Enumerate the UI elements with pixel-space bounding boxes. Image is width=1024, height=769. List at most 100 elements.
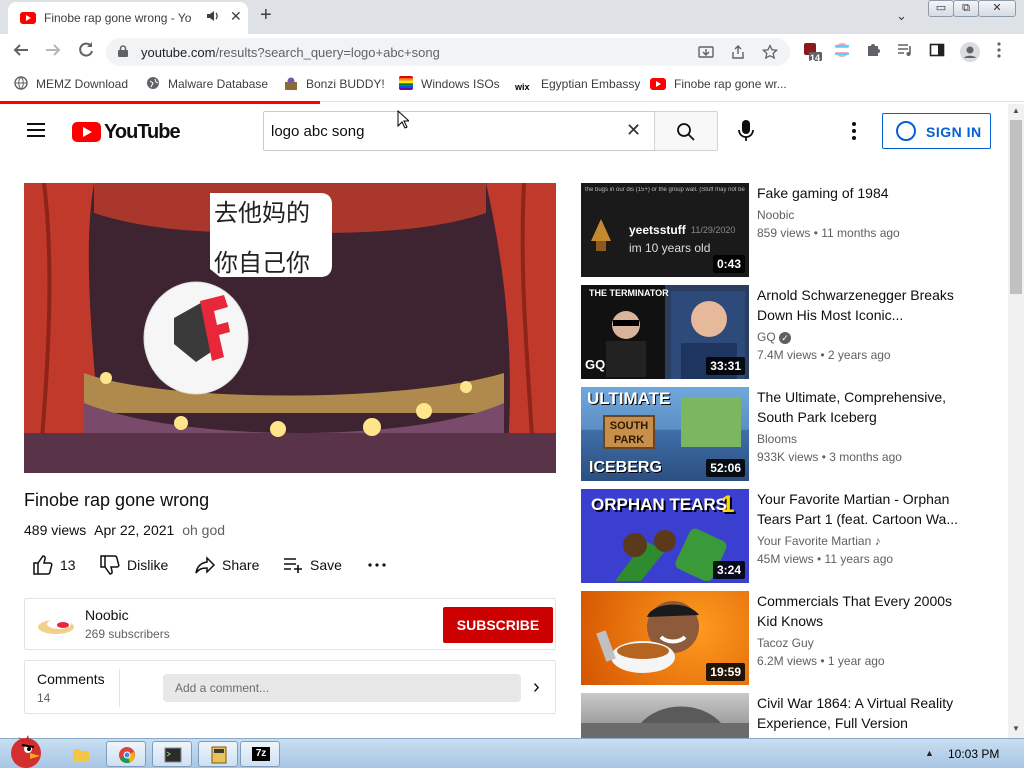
search-input[interactable]: logo abc song ✕ (263, 111, 655, 151)
related-stats: 6.2M views • 1 year ago (757, 654, 885, 668)
comments-teaser[interactable]: Comments 14 Add a comment... › (24, 660, 556, 714)
related-video-item[interactable]: the bugs in our dis (15+) or the group w… (581, 183, 981, 277)
more-actions-button[interactable] (368, 554, 388, 576)
settings-more-icon[interactable] (852, 122, 856, 140)
add-comment-field[interactable]: Add a comment... (163, 674, 521, 702)
related-channel[interactable]: GQ ✓ (757, 330, 792, 344)
url-text: youtube.com/results?search_query=logo+ab… (141, 45, 440, 60)
back-arrow-icon (13, 44, 28, 56)
youtube-logo[interactable]: YouTube (72, 121, 181, 143)
bookmark-label: Windows ISOs (421, 77, 500, 91)
terminal-icon[interactable] (152, 741, 192, 767)
angry-bird-icon[interactable] (4, 731, 50, 769)
thumb-text: ULTIMATE (587, 389, 671, 408)
speaker-icon[interactable] (206, 10, 220, 25)
taskbar-clock[interactable]: 10:03 PM (948, 747, 999, 761)
related-channel[interactable]: Your Favorite Martian ♪ (757, 534, 881, 548)
bookmark-egyptian-embassy[interactable]: wix Egyptian Embassy (515, 76, 640, 92)
reload-button[interactable] (77, 41, 95, 64)
7zip-icon[interactable]: 7z (240, 741, 280, 767)
like-button[interactable]: 13 (32, 554, 82, 576)
related-video-item[interactable]: Civil War 1864: A Virtual Reality Experi… (581, 693, 981, 738)
scroll-down-icon[interactable]: ▼ (1012, 724, 1020, 733)
profile-avatar-icon[interactable] (960, 42, 980, 62)
bookmark-finobe-rap[interactable]: Finobe rap gone wr... (650, 76, 787, 92)
account-icon (896, 121, 916, 141)
scroll-up-icon[interactable]: ▲ (1012, 106, 1020, 115)
guide-menu-icon[interactable] (27, 123, 45, 137)
video-meta: 489 views Apr 22, 2021 oh god (24, 522, 225, 538)
side-panel-icon[interactable] (929, 42, 947, 60)
puzzle-extensions-icon[interactable] (865, 42, 883, 60)
clear-search-icon[interactable]: ✕ (626, 120, 641, 141)
bookmark-star-icon[interactable] (761, 43, 779, 63)
flag-extension-icon[interactable] (834, 42, 852, 60)
bookmark-memz[interactable]: MEMZ Download (14, 76, 128, 92)
media-controls-icon[interactable] (897, 42, 915, 60)
window-close-button[interactable]: ✕ (978, 0, 1016, 17)
share-icon[interactable] (730, 44, 746, 63)
forward-button[interactable] (44, 41, 62, 64)
related-title[interactable]: Your Favorite Martian - Orphan Tears Par… (757, 489, 967, 529)
channel-name[interactable]: Noobic (85, 607, 129, 623)
related-video-item[interactable]: ORPHAN TEARS 1 3:24 Your Favorite Martia… (581, 489, 981, 583)
related-title[interactable]: Commercials That Every 2000s Kid Knows (757, 591, 967, 631)
browser-tab-active[interactable]: Finobe rap gone wrong - Yo ✕ (8, 2, 248, 34)
sign-in-button[interactable]: SIGN IN (882, 113, 991, 149)
tab-search-chevron-icon[interactable]: ⌄ (896, 8, 907, 24)
video-tag[interactable]: oh god (182, 522, 225, 538)
voice-search-button[interactable] (734, 118, 758, 144)
related-title[interactable]: Civil War 1864: A Virtual Reality Experi… (757, 693, 967, 733)
share-button[interactable]: Share (194, 554, 264, 576)
bookmark-windows-isos[interactable]: Windows ISOs (399, 76, 500, 92)
share-arrow-icon (195, 556, 216, 574)
related-thumbnail[interactable]: ORPHAN TEARS 1 3:24 (581, 489, 749, 583)
minimize-button[interactable]: ▭ (928, 0, 954, 17)
bonzi-icon (285, 77, 297, 90)
related-thumbnail[interactable]: the bugs in our dis (15+) or the group w… (581, 183, 749, 277)
page-scrollbar[interactable]: ▲ ▼ (1008, 104, 1024, 738)
maximize-button[interactable]: ⧉ (953, 0, 979, 17)
address-bar[interactable]: youtube.com/results?search_query=logo+ab… (106, 38, 790, 66)
bookmark-malware-database[interactable]: Malware Database (146, 76, 268, 92)
related-title[interactable]: Fake gaming of 1984 (757, 183, 967, 203)
minimize-icon: ▭ (935, 2, 947, 14)
chrome-icon[interactable] (106, 741, 146, 767)
overlay-text-line1: 去他妈的 (214, 199, 310, 227)
related-channel[interactable]: Tacoz Guy (757, 636, 814, 650)
calculator-icon[interactable] (198, 741, 238, 767)
related-title[interactable]: The Ultimate, Comprehensive, South Park … (757, 387, 967, 427)
bookmark-bonzi-buddy[interactable]: Bonzi BUDDY! (284, 76, 385, 92)
chrome-menu-icon[interactable] (996, 42, 1014, 60)
search-button[interactable] (654, 111, 718, 151)
related-channel[interactable]: Blooms (757, 432, 797, 446)
back-button[interactable] (12, 41, 30, 64)
related-channel[interactable]: Noobic (757, 208, 794, 222)
tab-close-icon[interactable]: ✕ (230, 8, 242, 25)
related-thumbnail[interactable]: THE TERMINATOR GQ 33:31 (581, 285, 749, 379)
extension-badge-icon[interactable]: 14 (803, 42, 822, 63)
mouse-cursor-icon (397, 110, 409, 129)
related-video-item[interactable]: 19:59 Commercials That Every 2000s Kid K… (581, 591, 981, 685)
related-title[interactable]: Arnold Schwarzenegger Breaks Down His Mo… (757, 285, 967, 325)
close-icon: ✕ (992, 2, 1002, 14)
show-hidden-icons-icon[interactable]: ▲ (925, 748, 934, 758)
related-video-item[interactable]: ULTIMATE SOUTH PARK ICEBERG 52:06 The Ul… (581, 387, 981, 481)
chevron-right-icon[interactable]: › (533, 675, 540, 699)
folder-icon[interactable] (60, 741, 100, 767)
related-thumbnail[interactable] (581, 693, 749, 738)
video-title: Finobe rap gone wrong (24, 490, 210, 510)
related-thumbnail[interactable]: ULTIMATE SOUTH PARK ICEBERG 52:06 (581, 387, 749, 481)
wix-icon: wix (515, 82, 530, 92)
install-app-icon[interactable] (698, 44, 714, 63)
scrollbar-thumb[interactable] (1010, 120, 1022, 294)
channel-avatar[interactable] (37, 613, 75, 637)
video-player[interactable]: 去他妈的 你自己你 (24, 183, 556, 473)
subscribe-button[interactable]: SUBSCRIBE (443, 607, 553, 643)
save-button[interactable]: Save (282, 554, 346, 576)
new-tab-button[interactable]: + (260, 5, 272, 25)
related-video-item[interactable]: THE TERMINATOR GQ 33:31 Arnold Schwarzen… (581, 285, 981, 379)
thumb-text: 1 (721, 491, 735, 518)
dislike-button[interactable]: Dislike (99, 554, 179, 576)
related-thumbnail[interactable]: 19:59 (581, 591, 749, 685)
